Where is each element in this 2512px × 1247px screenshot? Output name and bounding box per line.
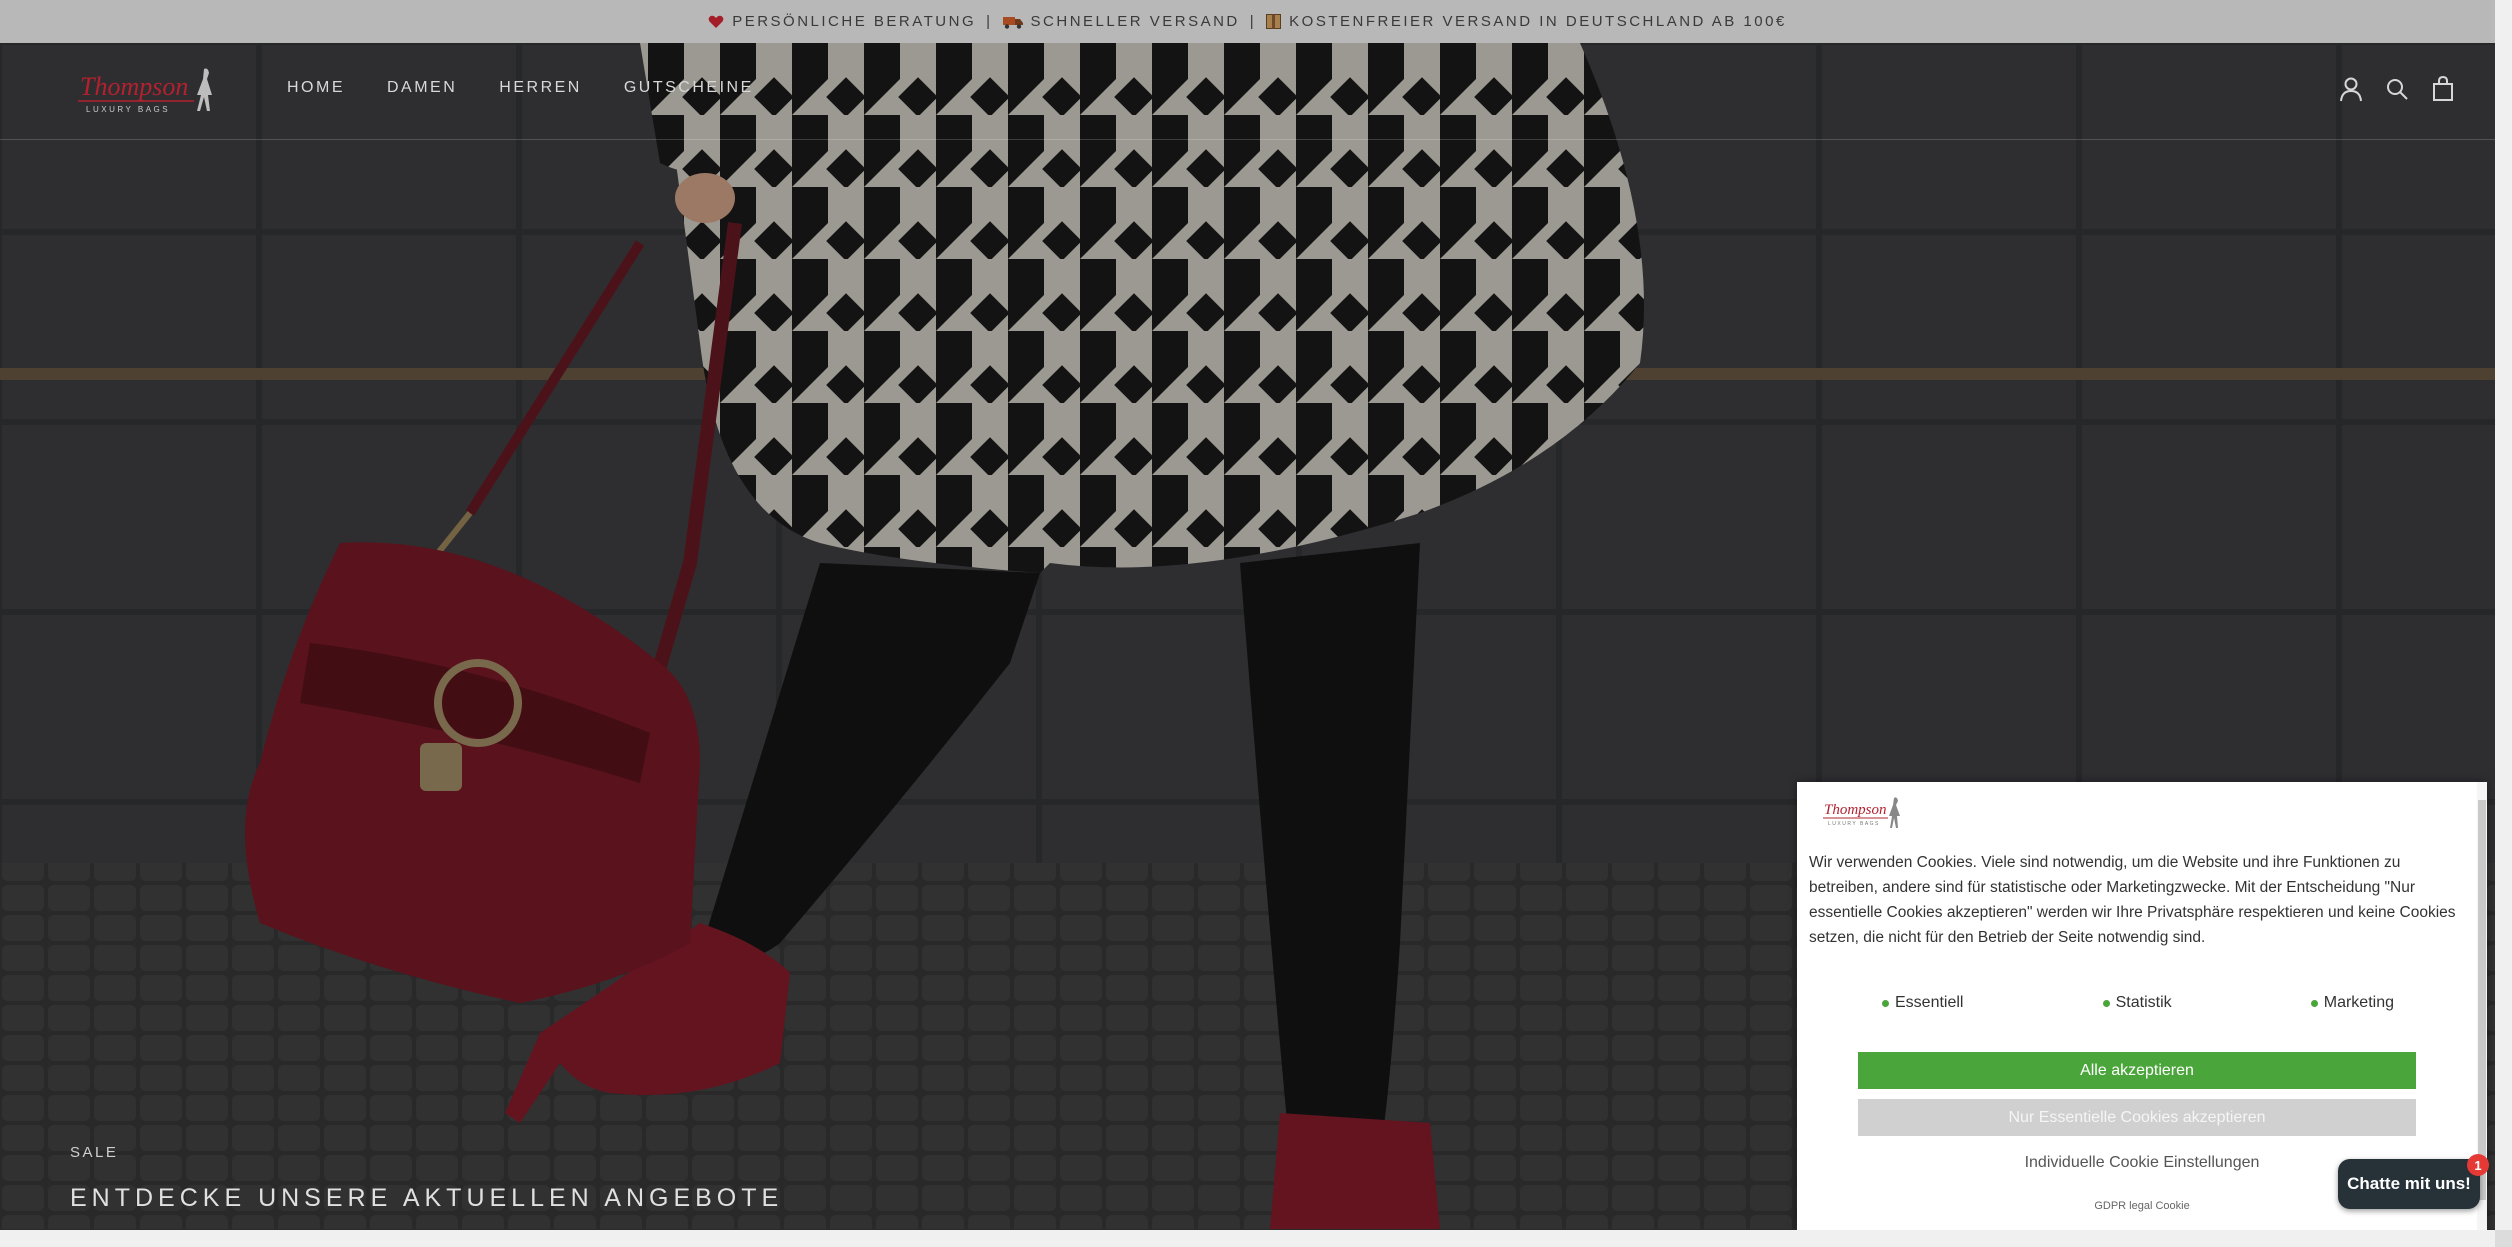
nav-gutscheine[interactable]: GUTSCHEINE xyxy=(624,79,754,97)
package-icon xyxy=(1266,14,1282,29)
cookie-logo-text: Thompson xyxy=(1824,802,1887,818)
announce-item-consulting: Persönliche Beratung xyxy=(708,13,976,30)
account-icon[interactable] xyxy=(2339,76,2363,102)
cookie-text: Wir verwenden Cookies. Viele sind notwen… xyxy=(1809,854,2456,946)
announce-text: Kostenfreier Versand in Deutschland ab 1… xyxy=(1289,13,1787,30)
cookie-category-statistik[interactable]: Statistik xyxy=(2102,994,2172,1012)
cookie-scrollbar-thumb[interactable] xyxy=(2478,800,2486,1200)
nav-herren[interactable]: HERREN xyxy=(499,79,582,97)
cookie-logo: Thompson LUXURY BAGS xyxy=(1822,794,1906,832)
hero-subtitle: SALE xyxy=(70,1144,119,1161)
nav-damen[interactable]: DAMEN xyxy=(387,79,457,97)
announcement-bar: Persönliche Beratung | Schneller Versand… xyxy=(0,0,2495,43)
cookie-category-essentiell[interactable]: Essentiell xyxy=(1882,994,1963,1012)
announce-separator: | xyxy=(986,13,993,30)
cookie-category-label: Statistik xyxy=(2115,994,2172,1011)
main-nav: HOME DAMEN HERREN GUTSCHEINE xyxy=(287,79,754,97)
accept-essential-button[interactable]: Nur Essentielle Cookies akzeptieren xyxy=(1858,1099,2416,1136)
cookie-categories: Essentiell Statistik Marketing xyxy=(1882,994,2394,1012)
chat-badge: 1 xyxy=(2467,1154,2489,1176)
logo-text: Thompson xyxy=(80,72,188,101)
search-icon[interactable] xyxy=(2385,76,2409,102)
announce-text: Schneller Versand xyxy=(1030,13,1240,30)
announce-separator: | xyxy=(1249,13,1257,30)
announce-item-shipping: Schneller Versand xyxy=(1002,13,1240,30)
announce-text: Persönliche Beratung xyxy=(732,13,977,30)
accept-all-button[interactable]: Alle akzeptieren xyxy=(1858,1052,2416,1089)
cookie-category-marketing[interactable]: Marketing xyxy=(2310,994,2394,1012)
cookie-logo-subtext: LUXURY BAGS xyxy=(1828,821,1880,827)
status-dot-icon xyxy=(1882,999,1889,1007)
status-dot-icon xyxy=(2310,999,2318,1007)
logo-subtext: LUXURY BAGS xyxy=(86,105,170,114)
heart-icon xyxy=(708,15,724,29)
cart-icon[interactable] xyxy=(2431,75,2455,102)
scrollbar-corner xyxy=(2495,1230,2512,1247)
hero-title[interactable]: ENTDECKE UNSERE AKTUELLEN ANGEBOTE xyxy=(70,1184,783,1213)
cookie-category-label: Marketing xyxy=(2323,994,2394,1011)
truck-icon xyxy=(1002,15,1023,29)
status-dot-icon xyxy=(2102,999,2110,1007)
site-header: Thompson LUXURY BAGS HOME DAMEN HERREN G… xyxy=(0,43,2495,140)
header-icons xyxy=(2339,75,2455,102)
chat-button[interactable]: Chatte mit uns! xyxy=(2338,1159,2480,1209)
announce-item-free-shipping: Kostenfreier Versand in Deutschland ab 1… xyxy=(1266,13,1787,30)
vertical-scrollbar[interactable] xyxy=(2495,0,2512,1230)
nav-home[interactable]: HOME xyxy=(287,79,345,97)
cookie-category-label: Essentiell xyxy=(1895,994,1964,1011)
horizontal-scrollbar[interactable] xyxy=(0,1230,2495,1247)
site-logo[interactable]: Thompson LUXURY BAGS xyxy=(76,65,228,115)
